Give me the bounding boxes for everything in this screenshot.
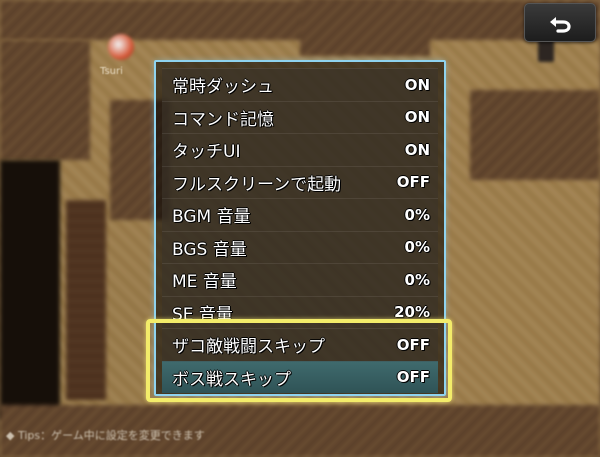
option-label: BGS 音量 [172,239,247,260]
option-list: 常時ダッシュ ON コマンド記憶 ON タッチUI ON フルスクリーンで起動 … [162,68,438,393]
option-label: コマンド記憶 [172,109,274,130]
npc-label: Tsuri [100,66,123,77]
option-label: ザコ敵戦闘スキップ [172,337,325,358]
option-label: タッチUI [172,142,241,163]
option-label: ME 音量 [172,272,237,293]
option-command-remember[interactable]: コマンド記憶 ON [162,100,438,133]
option-label: BGM 音量 [172,207,251,228]
option-skip-minor-battles[interactable]: ザコ敵戦闘スキップ OFF [162,328,438,361]
option-always-dash[interactable]: 常時ダッシュ ON [162,68,438,101]
option-se-volume[interactable]: SE 音量 20% [162,295,438,328]
option-value: 0% [404,238,430,257]
game-screen: Tsuri 常時ダッシュ ON コマンド記憶 ON タッチUI ON フルスクリ… [0,0,600,457]
option-value: OFF [396,368,430,387]
option-value: OFF [396,173,430,192]
option-bgs-volume[interactable]: BGS 音量 0% [162,230,438,263]
option-value: 20% [394,303,430,322]
option-value: ON [404,108,430,127]
npc-character [108,34,134,60]
option-label: フルスクリーンで起動 [172,174,342,195]
option-value: OFF [396,335,430,354]
option-touch-ui[interactable]: タッチUI ON [162,133,438,166]
option-value: ON [404,75,430,94]
option-value: 0% [404,270,430,289]
options-window: 常時ダッシュ ON コマンド記憶 ON タッチUI ON フルスクリーンで起動 … [154,60,446,396]
option-value: ON [404,140,430,159]
back-button[interactable] [524,3,596,42]
return-arrow-icon [547,13,573,33]
option-label: ボス戦スキップ [172,369,291,390]
option-label: 常時ダッシュ [172,77,274,98]
option-label: SE 音量 [172,304,233,325]
option-value: 0% [404,205,430,224]
bottom-hint-text: ◆ Tips：ゲーム中に設定を変更できます [6,429,205,442]
option-me-volume[interactable]: ME 音量 0% [162,263,438,296]
option-skip-boss-battles[interactable]: ボス戦スキップ OFF [162,360,438,393]
option-fullscreen-startup[interactable]: フルスクリーンで起動 OFF [162,165,438,198]
option-bgm-volume[interactable]: BGM 音量 0% [162,198,438,231]
